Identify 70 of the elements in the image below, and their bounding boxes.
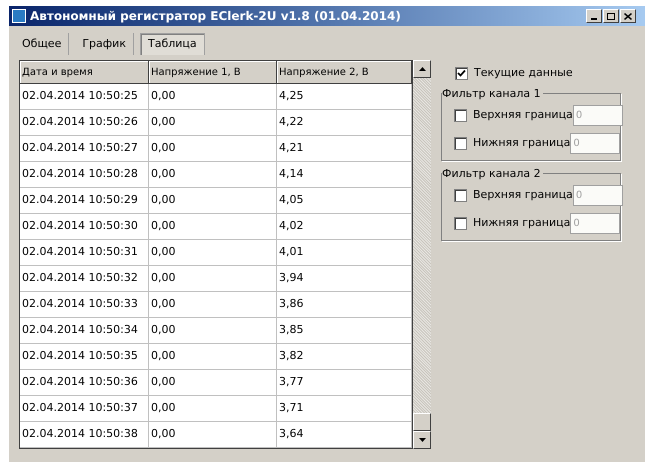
table-cell: 3,94 xyxy=(277,266,412,292)
table-cell: 4,01 xyxy=(277,240,412,266)
column-header[interactable]: Напряжение 1, В xyxy=(149,61,277,84)
checkbox-label: Верхняя граница xyxy=(473,186,573,203)
table-cell: 4,22 xyxy=(277,110,412,136)
table-cell: 02.04.2014 10:50:32 xyxy=(20,266,149,292)
table-cell: 4,25 xyxy=(277,84,412,110)
minimize-button[interactable] xyxy=(586,9,602,23)
column-header[interactable]: Дата и время xyxy=(20,61,149,84)
close-icon xyxy=(624,12,632,20)
table-cell: 3,82 xyxy=(277,344,412,370)
table-cell: 4,05 xyxy=(277,188,412,214)
tab[interactable]: Общее xyxy=(15,33,70,55)
table-cell: 0,00 xyxy=(149,318,277,344)
table-cell: 3,85 xyxy=(277,318,412,344)
table-cell: 0,00 xyxy=(149,292,277,318)
tab[interactable]: График xyxy=(75,33,134,55)
app-logo-icon xyxy=(12,9,26,23)
table-cell: 4,02 xyxy=(277,214,412,240)
table-cell: 0,00 xyxy=(149,84,277,110)
table-cell: 02.04.2014 10:50:36 xyxy=(20,370,149,396)
table-cell: 02.04.2014 10:50:31 xyxy=(20,240,149,266)
group-title: Фильтр канала 2 xyxy=(442,166,543,182)
table-cell: 0,00 xyxy=(149,396,277,422)
checkmark-icon xyxy=(457,68,466,78)
tab[interactable]: Таблица xyxy=(140,33,205,55)
group-title: Фильтр канала 1 xyxy=(442,86,543,102)
checkbox[interactable] xyxy=(455,66,468,80)
table-cell: 02.04.2014 10:50:38 xyxy=(20,422,149,448)
table-cell: 0,00 xyxy=(149,370,277,396)
table-cell: 0,00 xyxy=(149,214,277,240)
close-button[interactable] xyxy=(620,9,636,23)
table-cell: 02.04.2014 10:50:35 xyxy=(20,344,149,370)
table-cell: 02.04.2014 10:50:33 xyxy=(20,292,149,318)
table-cell: 02.04.2014 10:50:26 xyxy=(20,110,149,136)
table-cell: 02.04.2014 10:50:25 xyxy=(20,84,149,110)
table-cell: 3,86 xyxy=(277,292,412,318)
table-cell: 0,00 xyxy=(149,162,277,188)
table-cell: 4,14 xyxy=(277,162,412,188)
table-cell: 0,00 xyxy=(149,188,277,214)
table-cell: 0,00 xyxy=(149,136,277,162)
checkbox-label: Нижняя граница xyxy=(473,134,570,151)
table-cell: 0,00 xyxy=(149,344,277,370)
checkbox-label: Текущие данные xyxy=(474,64,573,81)
up-triangle-icon xyxy=(418,67,426,71)
checkbox-label: Верхняя граница xyxy=(473,106,573,123)
table-cell: 0,00 xyxy=(149,422,277,448)
table-cell: 3,64 xyxy=(277,422,412,448)
scrollbar[interactable] xyxy=(413,60,431,449)
checkbox-label: Нижняя граница xyxy=(473,214,570,231)
maximize-button[interactable] xyxy=(603,9,619,23)
maximize-icon xyxy=(607,12,615,20)
table-cell: 0,00 xyxy=(149,110,277,136)
table-cell: 02.04.2014 10:50:29 xyxy=(20,188,149,214)
scroll-up-button[interactable] xyxy=(413,60,431,78)
table-cell: 02.04.2014 10:50:34 xyxy=(20,318,149,344)
down-triangle-icon xyxy=(418,438,426,442)
scroll-thumb[interactable] xyxy=(413,413,431,431)
table-cell: 02.04.2014 10:50:30 xyxy=(20,214,149,240)
table-cell: 3,71 xyxy=(277,396,412,422)
table-cell: 4,21 xyxy=(277,136,412,162)
scroll-down-button[interactable] xyxy=(413,431,431,449)
table-cell: 3,77 xyxy=(277,370,412,396)
table-cell: 0,00 xyxy=(149,240,277,266)
table-cell: 02.04.2014 10:50:37 xyxy=(20,396,149,422)
column-header[interactable]: Напряжение 2, В xyxy=(277,61,412,84)
table-cell: 02.04.2014 10:50:27 xyxy=(20,136,149,162)
table-cell: 02.04.2014 10:50:28 xyxy=(20,162,149,188)
window-title: Автономный регистратор EClerk-2U v1.8 (01.04.2014) xyxy=(30,8,401,25)
table-cell: 0,00 xyxy=(149,266,277,292)
